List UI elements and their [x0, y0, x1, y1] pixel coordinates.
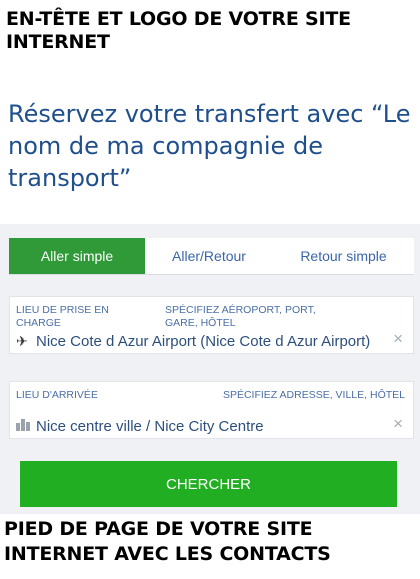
- page-headline: Réservez votre transfert avec “Le nom de…: [8, 100, 411, 192]
- dropoff-label: LIEU D'ARRIVÉE: [16, 389, 98, 401]
- search-button[interactable]: CHERCHER: [20, 461, 397, 507]
- building-icon: [16, 418, 33, 434]
- tab-round-trip[interactable]: Aller/Retour: [145, 238, 273, 274]
- tab-one-way[interactable]: Aller simple: [9, 238, 145, 274]
- pickup-value: Nice Cote d Azur Airport (Nice Cote d Az…: [36, 332, 371, 350]
- site-footer-placeholder: PIED DE PAGE DE VOTRE SITE INTERNET AVEC…: [4, 518, 331, 565]
- dropoff-input[interactable]: Nice centre ville / Nice City Centre: [16, 416, 383, 436]
- dropoff-value: Nice centre ville / Nice City Centre: [36, 417, 264, 435]
- pickup-input[interactable]: ✈ Nice Cote d Azur Airport (Nice Cote d …: [16, 331, 383, 351]
- tab-return-only[interactable]: Retour simple: [273, 238, 414, 274]
- dropoff-field[interactable]: LIEU D'ARRIVÉE SPÉCIFIEZ ADRESSE, VILLE,…: [9, 381, 414, 439]
- pickup-label: LIEU DE PRISE EN CHARGE: [16, 304, 109, 329]
- site-header-placeholder: EN-TÊTE ET LOGO DE VOTRE SITE INTERNET: [6, 8, 351, 53]
- trip-type-tabs: Aller simple Aller/Retour Retour simple: [9, 238, 414, 275]
- airplane-icon: ✈: [16, 332, 28, 349]
- pickup-clear-icon[interactable]: ×: [393, 329, 403, 349]
- dropoff-hint: SPÉCIFIEZ ADRESSE, VILLE, HÔTEL: [222, 389, 405, 401]
- dropoff-clear-icon[interactable]: ×: [393, 414, 403, 434]
- pickup-field[interactable]: LIEU DE PRISE EN CHARGE SPÉCIFIEZ AÉROPO…: [9, 296, 414, 354]
- booking-widget: Aller simple Aller/Retour Retour simple …: [0, 224, 420, 514]
- pickup-hint: SPÉCIFIEZ AÉROPORT, PORT, GARE, HÔTEL: [165, 304, 316, 329]
